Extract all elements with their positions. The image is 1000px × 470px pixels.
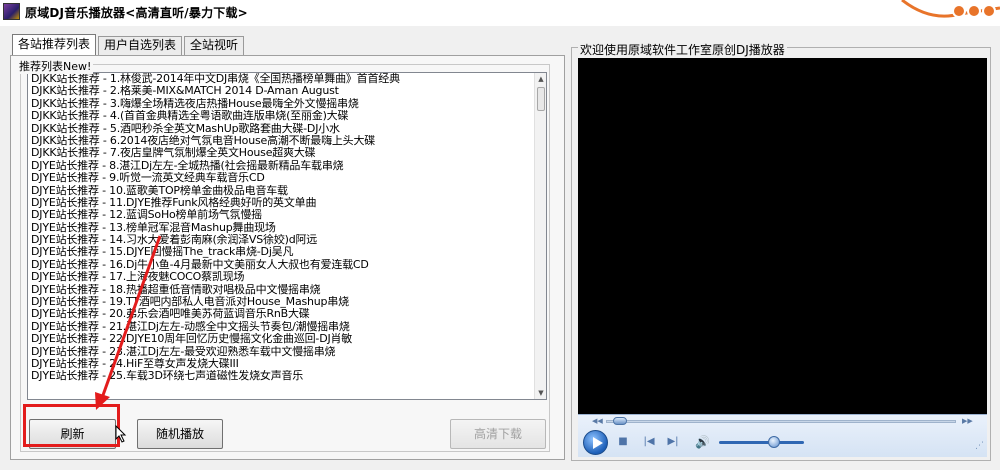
random-play-button[interactable]: 随机播放 — [137, 419, 223, 449]
seek-forward-icon[interactable]: ▶▶ — [962, 417, 973, 425]
app-logo-icon — [3, 3, 20, 20]
list-item[interactable]: DJYE站长推荐 - 20.弗乐会酒吧唯美苏荷蓝调音乐RnB大碟 — [29, 308, 534, 320]
play-icon[interactable] — [583, 430, 608, 455]
list-item[interactable]: DJYE站长推荐 - 16.Dj牛小鱼-4月最新中文美丽女人大叔也有爱连载CD — [29, 259, 534, 271]
seek-bar[interactable] — [606, 420, 956, 423]
player-title: 欢迎使用原域软件工作室原创DJ播放器 — [578, 41, 787, 58]
stop-icon[interactable]: ■ — [616, 436, 630, 448]
title-bar: 原域DJ音乐播放器<高清直听/暴力下载> — [0, 0, 1000, 26]
list-scrollbar[interactable]: ▲ ▼ — [534, 73, 546, 399]
scroll-down-icon[interactable]: ▼ — [535, 387, 546, 399]
video-area[interactable] — [578, 58, 987, 414]
seek-back-icon[interactable]: ◀◀ — [592, 417, 603, 425]
scroll-thumb[interactable] — [537, 87, 545, 111]
list-item[interactable]: DJYE站长推荐 - 10.蓝歌美TOP榜单金曲极品电音车载 — [29, 185, 534, 197]
list-item[interactable]: DJYE站长推荐 - 15.DJYE回慢摇The_track串烧-Dj吴凡 — [29, 246, 534, 258]
list-item[interactable]: DJKK站长推荐 - 6.2014夜店绝对气氛电音House高潮不断最嗨上头大碟 — [29, 135, 534, 147]
recommend-listbox[interactable]: DJKK站长推荐 - 1.林俊武-2014年中文DJ串烧《全国热播榜单舞曲》首首… — [27, 72, 547, 400]
next-icon[interactable]: ▶| — [666, 436, 680, 448]
list-item[interactable]: DJYE站长推荐 - 22.DJYE10周年回忆历史慢摇文化金曲巡回-DJ肖敏 — [29, 333, 534, 345]
list-item[interactable]: DJYE站长推荐 - 11.DJYE推荐Funk风格经典好听的英文单曲 — [29, 197, 534, 209]
window-title: 原域DJ音乐播放器<高清直听/暴力下载> — [25, 6, 248, 20]
list-item[interactable]: DJKK站长推荐 - 3.嗨爆全场精选夜店热播House最嗨全外文慢摇串烧 — [29, 98, 534, 110]
list-item[interactable]: DJYE站长推荐 - 14.习水大爱着彭南麻(余润泽VS徐姣)d阿远 — [29, 234, 534, 246]
annotation-highlight-box — [23, 404, 120, 447]
playlist-tabs: 各站推荐列表 用户自选列表 全站视听 — [12, 34, 246, 55]
tab-user-playlist[interactable]: 用户自选列表 — [98, 36, 183, 55]
speaker-icon[interactable]: 🔊 — [695, 436, 710, 448]
resize-grip-icon: ⋰ — [975, 441, 984, 451]
list-item[interactable]: DJKK站长推荐 - 7.夜店皇牌气氛制爆全英文House超爽大碟 — [29, 147, 534, 159]
volume-slider[interactable] — [719, 441, 804, 444]
title-decoration — [901, 0, 1000, 18]
list-items: DJKK站长推荐 - 1.林俊武-2014年中文DJ串烧《全国热播榜单舞曲》首首… — [29, 73, 534, 383]
list-item[interactable]: DJYE站长推荐 - 17.上海夜魅COCO蔡凯现场 — [29, 271, 534, 283]
list-item[interactable]: DJYE站长推荐 - 19.TT酒吧内部私人电音派对House_Mashup串烧 — [29, 296, 534, 308]
list-item[interactable]: DJYE站长推荐 - 25.车载3D环绕七声道磁性发烧女声音乐 — [29, 370, 534, 382]
player-controls: ◀◀ ▶▶ ■ |◀ ▶| 🔊 ⋰ — [578, 414, 987, 457]
tab-site-wide-listen[interactable]: 全站视听 — [184, 36, 245, 55]
list-item[interactable]: DJKK站长推荐 - 1.林俊武-2014年中文DJ串烧《全国热播榜单舞曲》首首… — [29, 73, 534, 85]
list-item[interactable]: DJKK站长推荐 - 4.(首首金典精选全粤语歌曲连版串烧(至丽金)大碟 — [29, 110, 534, 122]
list-item[interactable]: DJKK站长推荐 - 5.酒吧秒杀全英文MashUp歌路套曲大碟-DJ小水 — [29, 123, 534, 135]
recommend-group-legend: 推荐列表New! — [17, 58, 94, 74]
list-item[interactable]: DJYE站长推荐 - 8.湛江Dj左左-全城热播(社会摇最新精品车载串烧 — [29, 160, 534, 172]
previous-icon[interactable]: |◀ — [642, 436, 656, 448]
hd-download-button[interactable]: 高清下载 — [450, 419, 546, 449]
list-item[interactable]: DJYE站长推荐 - 9.听觉一流英文经典车载音乐CD — [29, 172, 534, 184]
list-item[interactable]: DJYE站长推荐 - 18.热播超重低音情歌对唱极品中文慢摇串烧 — [29, 284, 534, 296]
tab-site-recommendations[interactable]: 各站推荐列表 — [12, 34, 97, 55]
mouse-pointer-icon — [115, 425, 127, 443]
list-item[interactable]: DJKK站长推荐 - 2.格莱美-MIX&MATCH 2014 D-Aman A… — [29, 85, 534, 97]
list-item[interactable]: DJYE站长推荐 - 23.湛江Dj左左-最受欢迎熟悉车载中文慢摇串烧 — [29, 346, 534, 358]
list-item[interactable]: DJYE站长推荐 - 24.HiF至尊女声发烧大碟III — [29, 358, 534, 370]
list-item[interactable]: DJYE站长推荐 - 12.蓝调SoHo榜单前场气氛慢摇 — [29, 209, 534, 221]
list-item[interactable]: DJYE站长推荐 - 21.湛江Dj左左-动感全中文摇头节奏包/潮慢摇串烧 — [29, 321, 534, 333]
volume-knob[interactable] — [768, 436, 781, 448]
list-item[interactable]: DJYE站长推荐 - 13.榜单冠军混音Mashup舞曲现场 — [29, 222, 534, 234]
scroll-up-icon[interactable]: ▲ — [535, 73, 546, 85]
seek-knob[interactable] — [613, 417, 627, 425]
